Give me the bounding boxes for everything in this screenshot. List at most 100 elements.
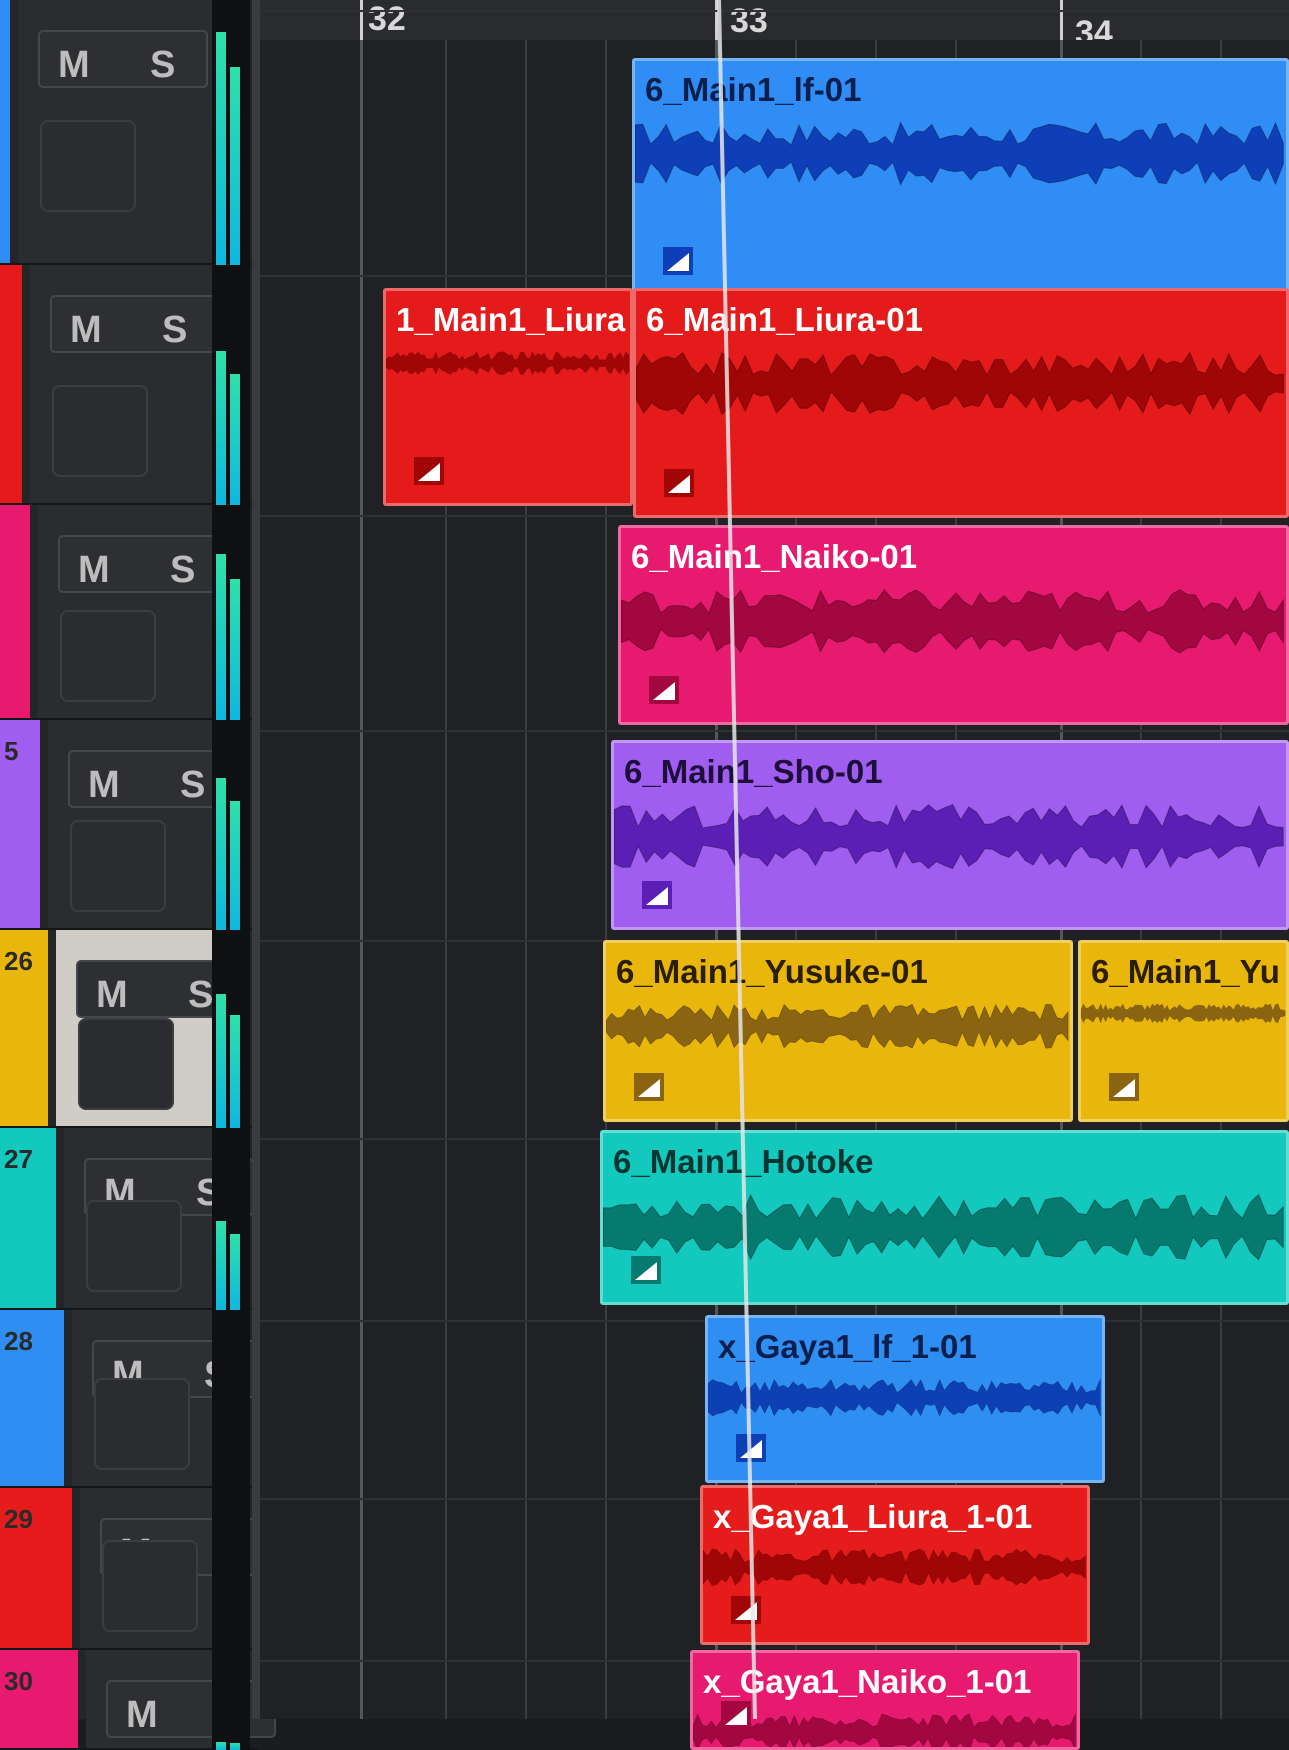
fade-handle-icon[interactable] xyxy=(1109,1073,1139,1101)
audio-clip[interactable]: 6_Main1_Hotoke xyxy=(600,1130,1289,1305)
audio-clip[interactable]: 6_Main1_lf-01 xyxy=(632,58,1289,296)
mute-solo-group: MS xyxy=(50,295,220,353)
fade-handle-icon[interactable] xyxy=(642,881,672,909)
level-meter xyxy=(212,1650,250,1750)
clip-waveform xyxy=(614,803,1284,870)
record-monitor-button[interactable] xyxy=(40,120,136,212)
track-row[interactable]: MS xyxy=(0,265,258,505)
track-number: 29 xyxy=(4,1504,33,1534)
solo-button[interactable]: S xyxy=(162,309,187,352)
mute-solo-group: MS xyxy=(58,535,228,593)
track-row[interactable]: 28MS xyxy=(0,1310,262,1488)
track-row[interactable]: 27 M S xyxy=(0,1128,258,1310)
track-number: 26 xyxy=(4,946,33,976)
mute-button[interactable]: M xyxy=(70,309,102,352)
meter-bar xyxy=(216,351,226,505)
track-row[interactable]: 26 M S xyxy=(0,930,258,1128)
bar-tick xyxy=(1060,0,1063,44)
track-row[interactable]: 30 MS xyxy=(0,1650,276,1750)
clip-waveform xyxy=(703,1548,1086,1586)
audio-clip[interactable]: 6_Main1_Liura-01 xyxy=(633,288,1289,518)
grid-row-line xyxy=(260,730,1289,732)
grid-line xyxy=(360,40,363,1719)
clip-name: x_Gaya1_lf_1-01 xyxy=(718,1328,977,1365)
meter-bar xyxy=(216,554,226,720)
record-monitor-button[interactable] xyxy=(52,385,148,477)
audio-clip[interactable]: 6_Main1_Naiko-01 xyxy=(618,525,1289,725)
audio-clip[interactable]: x_Gaya1_Naiko_1-01 xyxy=(690,1650,1080,1750)
solo-button[interactable]: S xyxy=(150,44,175,87)
clip-waveform xyxy=(708,1378,1101,1417)
track-number: 28 xyxy=(4,1326,33,1356)
track-number: 30 xyxy=(4,1666,33,1696)
track-list: MSMSMS5MS26MS27MS28MS29MS30MS xyxy=(0,0,276,1750)
mute-button[interactable]: M xyxy=(58,44,90,87)
level-meter xyxy=(212,265,250,505)
meter-bar xyxy=(230,67,240,265)
bar-tick xyxy=(360,0,363,44)
level-meter xyxy=(212,1310,250,1488)
mute-solo-group: MS xyxy=(38,30,208,88)
track-number: 5 xyxy=(4,736,19,766)
fade-handle-icon[interactable] xyxy=(721,1701,751,1729)
level-meter xyxy=(212,930,250,1128)
clip-waveform xyxy=(1081,1003,1286,1024)
record-monitor-button[interactable] xyxy=(94,1378,190,1470)
fade-handle-icon[interactable] xyxy=(664,469,694,497)
fade-handle-icon[interactable] xyxy=(631,1256,661,1284)
mute-button[interactable]: M xyxy=(126,1694,158,1737)
fade-handle-icon[interactable] xyxy=(663,247,693,275)
level-meter xyxy=(212,1488,250,1650)
record-monitor-button[interactable] xyxy=(60,610,156,702)
track-row[interactable]: 29MS xyxy=(0,1488,270,1650)
audio-clip[interactable]: 6_Main1_Sho-01 xyxy=(611,740,1289,930)
clip-name: 6_Main1_Liura-01 xyxy=(646,301,923,338)
audio-clip[interactable]: 6_Main1_Yusuke-01 xyxy=(603,940,1073,1122)
track-row[interactable]: MS xyxy=(0,0,258,265)
meter-bar xyxy=(216,1221,226,1310)
record-monitor-button[interactable] xyxy=(70,820,166,912)
meter-bar xyxy=(216,994,226,1128)
clip-name: x_Gaya1_Liura_1-01 xyxy=(713,1498,1033,1535)
track-row[interactable]: MS xyxy=(0,505,258,720)
track-row[interactable]: 5 M S xyxy=(0,720,258,930)
audio-clip[interactable]: 1_Main1_Liura xyxy=(383,288,633,506)
fade-handle-icon[interactable] xyxy=(731,1596,761,1624)
mute-button[interactable]: M xyxy=(96,974,128,1017)
track-list-splitter[interactable] xyxy=(252,0,260,1719)
clip-waveform xyxy=(621,588,1284,654)
audio-clip[interactable]: 6_Main1_Yu xyxy=(1078,940,1289,1122)
clip-name: 6_Main1_Sho-01 xyxy=(624,753,883,790)
level-meter xyxy=(212,505,250,720)
meter-bar xyxy=(230,1234,240,1310)
meter-bar xyxy=(230,801,240,930)
meter-bar xyxy=(230,1743,240,1750)
solo-button[interactable]: S xyxy=(188,974,213,1017)
clip-name: 6_Main1_Yu xyxy=(1091,953,1280,990)
solo-button[interactable]: S xyxy=(170,549,195,592)
track-color-strip xyxy=(0,1650,78,1748)
level-meter xyxy=(212,720,250,930)
audio-clip[interactable]: x_Gaya1_lf_1-01 xyxy=(705,1315,1105,1483)
clip-waveform xyxy=(636,351,1284,416)
track-color-strip xyxy=(0,265,22,503)
record-monitor-button[interactable] xyxy=(86,1200,182,1292)
record-monitor-button[interactable] xyxy=(102,1540,198,1632)
fade-handle-icon[interactable] xyxy=(649,676,679,704)
solo-button[interactable]: S xyxy=(180,764,205,807)
level-meter xyxy=(212,1128,250,1310)
audio-clip[interactable]: x_Gaya1_Liura_1-01 xyxy=(700,1485,1090,1645)
track-color-strip xyxy=(0,0,10,263)
fade-handle-icon[interactable] xyxy=(414,457,444,485)
meter-bar xyxy=(230,374,240,505)
meter-bar xyxy=(230,1015,240,1128)
meter-bar xyxy=(216,778,226,930)
mute-button[interactable]: M xyxy=(88,764,120,807)
clip-name: 6_Main1_Yusuke-01 xyxy=(616,953,928,990)
record-monitor-button[interactable] xyxy=(78,1018,174,1110)
timeline-ruler[interactable]: 32 33 34 xyxy=(260,0,1289,52)
fade-handle-icon[interactable] xyxy=(634,1073,664,1101)
clip-waveform xyxy=(606,1003,1069,1049)
clip-waveform xyxy=(603,1193,1284,1261)
mute-button[interactable]: M xyxy=(78,549,110,592)
